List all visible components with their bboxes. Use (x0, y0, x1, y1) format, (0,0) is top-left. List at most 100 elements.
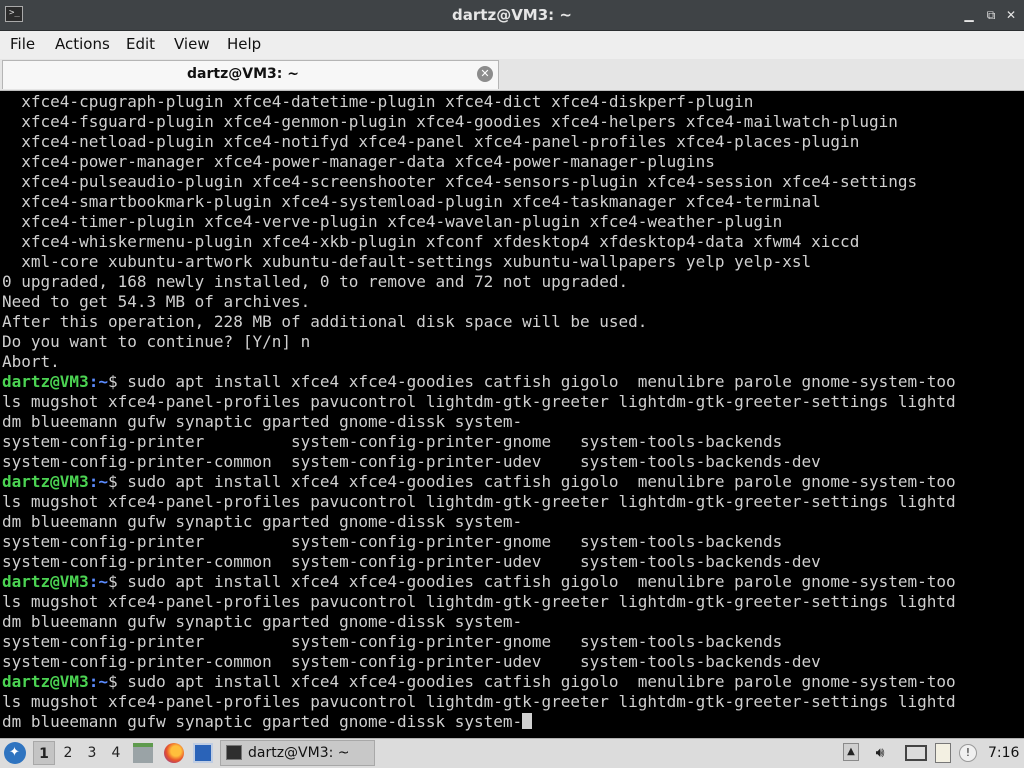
firefox-icon[interactable] (164, 743, 184, 763)
terminal-prompt-line: dartz@VM3:~$ sudo apt install xfce4 xfce… (2, 572, 956, 592)
terminal-text: xfce4-whiskermenu-plugin xfce4-xkb-plugi… (2, 232, 860, 251)
terminal-text: dm blueemann gufw synaptic gparted gnome… (2, 712, 523, 731)
terminal-line: xfce4-timer-plugin xfce4-verve-plugin xf… (2, 212, 956, 232)
menu-view[interactable]: View (174, 31, 210, 57)
workspace-4[interactable]: 4 (105, 741, 127, 765)
taskbar-terminal-label: dartz@VM3: ~ (248, 745, 350, 761)
terminal-text: After this operation, 228 MB of addition… (2, 312, 648, 331)
volume-icon[interactable]: 🔊︎ (870, 743, 890, 763)
terminal-icon (226, 745, 242, 760)
taskbar-terminal-button[interactable]: dartz@VM3: ~ (220, 740, 375, 766)
terminal-prompt-line: dartz@VM3:~$ sudo apt install xfce4 xfce… (2, 472, 956, 492)
terminal-line: Do you want to continue? [Y/n] n (2, 332, 956, 352)
menu-bar: File Actions Edit View Help (0, 31, 1024, 59)
terminal-line: ls mugshot xfce4-panel-profiles pavucont… (2, 592, 956, 612)
terminal-text: xml-core xubuntu-artwork xubuntu-default… (2, 252, 812, 271)
minimize-icon[interactable]: ▁ (961, 7, 977, 23)
terminal-line: system-config-printer system-config-prin… (2, 432, 956, 452)
terminal-text: system-config-printer system-config-prin… (2, 632, 783, 651)
terminal-lines: xfce4-cpugraph-plugin xfce4-datetime-plu… (2, 92, 956, 732)
menu-file[interactable]: File (10, 31, 35, 57)
prompt-user: dartz@VM3 (2, 672, 89, 691)
terminal-line: xfce4-smartbookmark-plugin xfce4-systeml… (2, 192, 956, 212)
terminal-text: system-config-printer-common system-conf… (2, 652, 821, 671)
prompt-symbol: $ (107, 572, 118, 591)
menu-help[interactable]: Help (227, 31, 261, 57)
terminal-text: Do you want to continue? [Y/n] n (2, 332, 311, 351)
terminal-line: dm blueemann gufw synaptic gparted gnome… (2, 512, 956, 532)
terminal-text: sudo apt install xfce4 xfce4-goodies cat… (117, 472, 956, 491)
terminal-text: 0 upgraded, 168 newly installed, 0 to re… (2, 272, 629, 291)
tab-close-icon[interactable]: ✕ (477, 66, 493, 82)
prompt-path: :~ (88, 372, 108, 391)
terminal-text: xfce4-fsguard-plugin xfce4-genmon-plugin… (2, 112, 898, 131)
terminal-text: xfce4-cpugraph-plugin xfce4-datetime-plu… (2, 92, 754, 111)
terminal-text: system-config-printer-common system-conf… (2, 552, 821, 571)
terminal-text: ls mugshot xfce4-panel-profiles pavucont… (2, 392, 956, 411)
terminal-line: dm blueemann gufw synaptic gparted gnome… (2, 412, 956, 432)
clipboard-icon[interactable] (935, 743, 951, 763)
terminal-line: xfce4-fsguard-plugin xfce4-genmon-plugin… (2, 112, 956, 132)
workspace-1[interactable]: 1 (33, 741, 55, 765)
tab-bar: dartz@VM3: ~ ✕ (0, 59, 1024, 91)
workspace-3[interactable]: 3 (81, 741, 103, 765)
terminal-line: ls mugshot xfce4-panel-profiles pavucont… (2, 492, 956, 512)
terminal-text: dm blueemann gufw synaptic gparted gnome… (2, 512, 523, 531)
terminal-text: ls mugshot xfce4-panel-profiles pavucont… (2, 692, 956, 711)
terminal-text: system-config-printer system-config-prin… (2, 432, 783, 451)
terminal-text: xfce4-power-manager xfce4-power-manager-… (2, 152, 715, 171)
notification-icon[interactable]: ! (959, 744, 977, 762)
terminal-text: system-config-printer-common system-conf… (2, 452, 821, 471)
tab-terminal[interactable]: dartz@VM3: ~ ✕ (2, 60, 499, 89)
terminal-text: system-config-printer system-config-prin… (2, 532, 783, 551)
terminal-line: xfce4-whiskermenu-plugin xfce4-xkb-plugi… (2, 232, 956, 252)
prompt-symbol: $ (107, 372, 118, 391)
close-icon[interactable]: ✕ (1003, 7, 1019, 23)
terminal-text: sudo apt install xfce4 xfce4-goodies cat… (117, 372, 956, 391)
terminal-line: dm blueemann gufw synaptic gparted gnome… (2, 612, 956, 632)
prompt-path: :~ (88, 472, 108, 491)
terminal-line: system-config-printer-common system-conf… (2, 552, 956, 572)
terminal-line: xfce4-cpugraph-plugin xfce4-datetime-plu… (2, 92, 956, 112)
terminal-text: xfce4-smartbookmark-plugin xfce4-systeml… (2, 192, 821, 211)
menu-logo-glyph: ✦ (9, 745, 20, 760)
prompt-path: :~ (88, 672, 108, 691)
terminal-line: system-config-printer system-config-prin… (2, 532, 956, 552)
terminal-line: xfce4-power-manager xfce4-power-manager-… (2, 152, 956, 172)
terminal-line: Need to get 54.3 MB of archives. (2, 292, 956, 312)
menu-actions[interactable]: Actions (55, 31, 110, 57)
terminal-prompt-line: dartz@VM3:~$ sudo apt install xfce4 xfce… (2, 372, 956, 392)
prompt-user: dartz@VM3 (2, 572, 89, 591)
terminal-line: dm blueemann gufw synaptic gparted gnome… (2, 712, 956, 732)
terminal-line: system-config-printer-common system-conf… (2, 452, 956, 472)
clock[interactable]: 7:16 (988, 739, 1019, 767)
window-titlebar[interactable]: >_ dartz@VM3: ~ ▁ ⧉ ✕ (0, 0, 1024, 31)
whisker-menu-icon[interactable]: ✦ (4, 742, 26, 764)
terminal-text: dm blueemann gufw synaptic gparted gnome… (2, 612, 523, 631)
updates-icon[interactable]: ▲ (843, 743, 859, 761)
terminal-line: 0 upgraded, 168 newly installed, 0 to re… (2, 272, 956, 292)
terminal-line: ls mugshot xfce4-panel-profiles pavucont… (2, 692, 956, 712)
terminal-output[interactable]: xfce4-cpugraph-plugin xfce4-datetime-plu… (0, 92, 1024, 738)
file-manager-icon[interactable] (133, 743, 153, 763)
tab-label: dartz@VM3: ~ (187, 66, 299, 82)
terminal-cursor (522, 713, 533, 729)
terminal-line: After this operation, 228 MB of addition… (2, 312, 956, 332)
terminal-line: ls mugshot xfce4-panel-profiles pavucont… (2, 392, 956, 412)
maximize-icon[interactable]: ⧉ (983, 7, 999, 23)
menu-edit[interactable]: Edit (126, 31, 155, 57)
terminal-line: xfce4-pulseaudio-plugin xfce4-screenshoo… (2, 172, 956, 192)
terminal-line: Abort. (2, 352, 956, 372)
terminal-text: xfce4-netload-plugin xfce4-notifyd xfce4… (2, 132, 860, 151)
terminal-line: system-config-printer system-config-prin… (2, 632, 956, 652)
terminal-text: ls mugshot xfce4-panel-profiles pavucont… (2, 492, 956, 511)
terminal-text: ls mugshot xfce4-panel-profiles pavucont… (2, 592, 956, 611)
terminal-text: sudo apt install xfce4 xfce4-goodies cat… (117, 672, 956, 691)
workspace-2[interactable]: 2 (57, 741, 79, 765)
show-desktop-icon[interactable] (193, 743, 213, 763)
terminal-scrollbar[interactable] (1018, 92, 1024, 738)
terminal-line: system-config-printer-common system-conf… (2, 652, 956, 672)
terminal-line: xml-core xubuntu-artwork xubuntu-default… (2, 252, 956, 272)
terminal-text: xfce4-timer-plugin xfce4-verve-plugin xf… (2, 212, 783, 231)
network-icon[interactable] (905, 745, 927, 761)
